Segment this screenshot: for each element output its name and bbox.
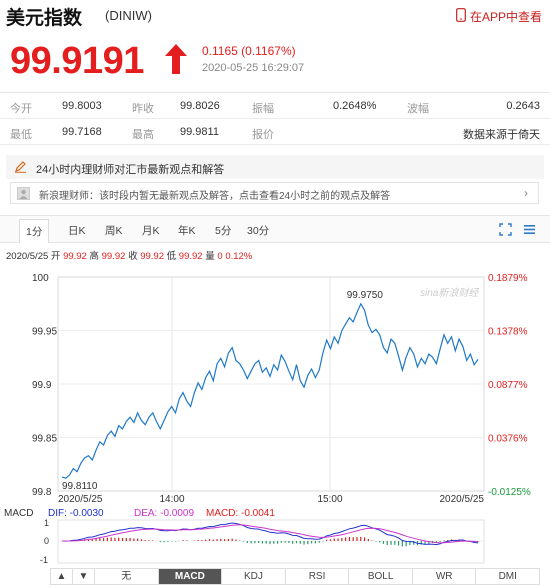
- stat-value: 99.7168: [62, 126, 102, 138]
- indicator-tab-boll[interactable]: BOLL: [349, 569, 413, 584]
- symbol-code: (DINIW): [105, 8, 152, 23]
- macd-dif-label: DIF: -0.0030: [48, 508, 104, 519]
- tab-month-k[interactable]: 月K: [137, 221, 165, 240]
- price-line: [61, 302, 479, 479]
- open-in-app-label: 在APP中查看: [469, 10, 542, 24]
- macd-y-tick: -1: [40, 555, 48, 565]
- up-arrow-icon: [164, 43, 188, 80]
- pct-tick-label: 0.0376%: [488, 434, 528, 445]
- tab-5min[interactable]: 5分: [210, 221, 236, 240]
- tab-30min[interactable]: 30分: [242, 221, 274, 240]
- stats-row: 今开 99.8003 昨收 99.8026 振幅 0.2648% 波幅 0.26…: [0, 93, 550, 119]
- header: 美元指数 (DINIW) 在APP中查看: [0, 0, 550, 32]
- menu-icon[interactable]: [523, 223, 536, 241]
- phone-icon: [456, 8, 466, 25]
- indicator-tabs: ▲ ▼ 无 MACD KDJ RSI BOLL WR DMI: [50, 568, 540, 585]
- macd-y-tick: 0: [44, 536, 49, 546]
- stats-table: 今开 99.8003 昨收 99.8026 振幅 0.2648% 波幅 0.26…: [0, 92, 550, 145]
- macd-y-tick: 1: [44, 518, 49, 528]
- stat-label: 最高: [132, 129, 154, 141]
- watermark: sina新浪财经: [420, 287, 479, 299]
- tab-day-k[interactable]: 日K: [63, 221, 91, 240]
- avatar: [17, 187, 30, 200]
- y-tick-label: 99.95: [32, 327, 57, 338]
- stat-value: 99.9811: [180, 126, 219, 138]
- max-price-label: 99.9750: [347, 290, 384, 301]
- pen-icon: [14, 160, 27, 176]
- stat-value: 0.2643: [506, 100, 540, 112]
- stat-label: 振幅: [252, 103, 274, 115]
- advisor-notice-text: 新浪理财师：该时段内暂无最新观点及解答，点击查看24小时之前的观点及解答: [39, 191, 391, 202]
- tab-week-k[interactable]: 周K: [100, 221, 128, 240]
- stats-row: 最低 99.7168 最高 99.9811 报价 数据来源于倚天: [0, 119, 550, 145]
- data-source: 数据来源于倚天: [463, 129, 540, 141]
- stat-label: 昨收: [132, 103, 154, 115]
- tab-1min[interactable]: 1分: [19, 219, 50, 243]
- scroll-down-button[interactable]: ▼: [73, 569, 95, 584]
- x-tick-label: 14:00: [159, 494, 184, 505]
- chevron-right-icon: ›: [524, 186, 528, 200]
- advisor-headline: 24小时内理财师对汇市最新观点和解答: [36, 164, 225, 176]
- intraday-chart[interactable]: 100 99.95 99.9 99.85 99.8 0.1879% 0.1378% 0.087…: [0, 256, 550, 571]
- indicator-tab-dmi[interactable]: DMI: [476, 569, 539, 584]
- open-in-app-link[interactable]: 在APP中查看: [456, 8, 542, 25]
- pct-tick-label: 0.1378%: [488, 327, 528, 338]
- macd-label: MACD: [4, 508, 33, 519]
- pct-tick-label: 0.0877%: [488, 380, 528, 391]
- stat-label: 今开: [10, 103, 32, 115]
- x-tick-label: 2020/5/25: [58, 494, 103, 505]
- y-tick-label: 99.9: [32, 380, 52, 391]
- tab-year-k[interactable]: 年K: [173, 221, 201, 240]
- indicator-tab-wr[interactable]: WR: [413, 569, 477, 584]
- pct-tick-label: 0.1879%: [488, 273, 528, 284]
- x-tick-label: 2020/5/25: [440, 494, 485, 505]
- stat-value: 99.8003: [62, 100, 102, 112]
- y-tick-label: 99.85: [32, 434, 57, 445]
- stat-value: 0.2648%: [333, 100, 377, 112]
- indicator-tab-macd[interactable]: MACD: [158, 569, 223, 584]
- stat-value: 99.8026: [180, 100, 220, 112]
- period-tabs: 1分 日K 周K 月K 年K 5分 30分: [0, 215, 550, 243]
- page-title: 美元指数: [6, 8, 83, 29]
- indicator-tab-kdj[interactable]: KDJ: [222, 569, 286, 584]
- advisor-banner[interactable]: 24小时内理财师对汇市最新观点和解答: [6, 155, 544, 179]
- macd-dea-label: DEA: -0.0009: [134, 508, 194, 519]
- price-change: 0.1165 (0.1167%): [202, 44, 296, 58]
- indicator-tab-none[interactable]: 无: [95, 569, 159, 584]
- y-tick-label: 100: [32, 273, 49, 284]
- indicator-tab-rsi[interactable]: RSI: [286, 569, 350, 584]
- macd-value-label: MACD: -0.0041: [206, 508, 275, 519]
- scroll-up-button[interactable]: ▲: [51, 569, 73, 584]
- stat-label: 报价: [252, 129, 274, 141]
- macd-dea-line: [62, 524, 479, 544]
- fullscreen-icon[interactable]: [499, 223, 512, 241]
- quote-timestamp: 2020-05-25 16:29:07: [202, 62, 305, 74]
- stat-label: 最低: [10, 129, 32, 141]
- min-price-label: 99.8110: [62, 481, 98, 492]
- current-price: 99.9191: [10, 40, 144, 82]
- advisor-notice[interactable]: 新浪理财师：该时段内暂无最新观点及解答，点击查看24小时之前的观点及解答 ›: [10, 182, 539, 204]
- x-tick-label: 15:00: [317, 494, 342, 505]
- pct-tick-label: -0.0125%: [488, 487, 531, 498]
- stat-label: 波幅: [407, 103, 429, 115]
- y-tick-label: 99.8: [32, 487, 52, 498]
